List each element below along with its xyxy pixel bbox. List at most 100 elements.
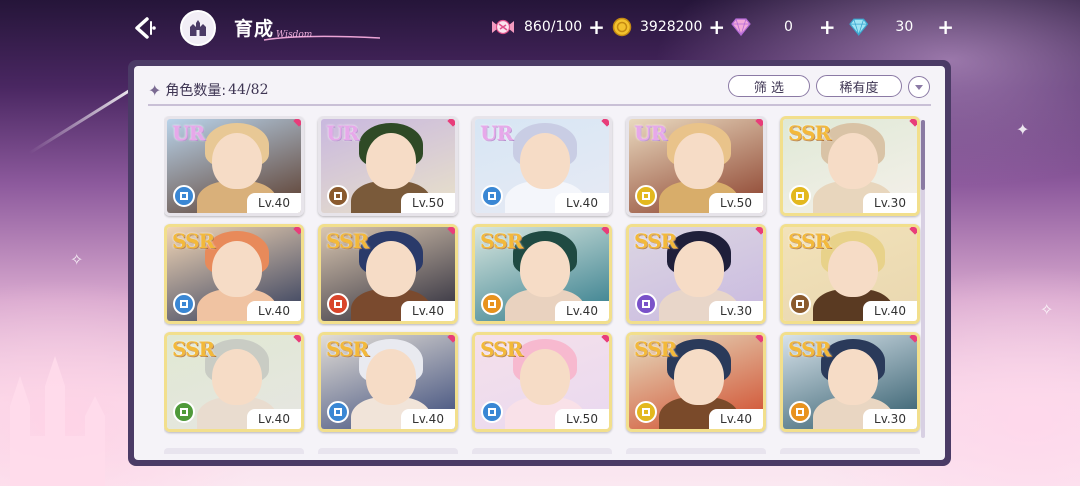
fist-icon [635,185,657,207]
portrait-face [520,349,570,405]
filter-button[interactable]: 筛 选 [728,75,810,97]
top-bar: 育成 Wisdom 860/100 + 3928200 + 0 + 30 + [0,0,1080,58]
rarity-badge: SSR [326,337,369,361]
card-peek [626,448,766,454]
sort-order-button[interactable] [908,76,930,98]
book-icon [327,293,349,315]
character-card[interactable]: SSR Lv.40 [318,224,458,324]
portrait-face [674,349,724,405]
level-label: Lv.40 [401,301,455,321]
portrait-face [828,241,878,297]
key-icon [789,185,811,207]
key-icon [481,401,503,423]
portrait-face [828,349,878,405]
rarity-badge: UR [634,121,667,145]
currency-blue-diamond: 30 + [848,14,954,40]
rarity-sort-button[interactable]: 稀有度 [816,75,902,97]
book-icon [481,185,503,207]
level-label: Lv.50 [401,193,455,213]
portrait-face [674,133,724,189]
card-peek [318,448,458,454]
card-peek [164,448,304,454]
character-card[interactable]: SSR Lv.40 [318,332,458,432]
rarity-badge: SSR [326,229,369,253]
book-icon [635,293,657,315]
character-card[interactable]: SSR Lv.40 [164,224,304,324]
character-card[interactable]: UR Lv.40 [164,116,304,216]
shield-icon [327,185,349,207]
portrait-face [212,133,262,189]
pink-diamond-value: 0 [784,19,793,35]
blue-diamond-value: 30 [895,19,914,35]
level-label: Lv.40 [709,409,763,429]
candy-icon [492,19,514,35]
character-panel-inner: ✦ 角色数量: 44/82 筛 选 稀有度 UR Lv.40 UR Lv.50 UR Lv… [134,66,945,460]
back-arrow-icon [135,17,156,39]
character-card[interactable]: UR Lv.50 [626,116,766,216]
candy-add-button[interactable]: + [588,15,605,39]
sparkle-icon: ✧ [70,250,84,269]
rarity-badge: UR [172,121,205,145]
castle-home-icon [190,20,206,36]
level-label: Lv.50 [709,193,763,213]
rarity-badge: SSR [634,229,677,253]
portrait-face [674,241,724,297]
portrait-face [212,241,262,297]
rarity-badge: SSR [172,337,215,361]
rarity-badge: SSR [788,229,831,253]
back-button[interactable] [126,10,162,46]
rarity-badge: SSR [634,337,677,361]
character-card[interactable]: SSR Lv.30 [626,224,766,324]
rarity-badge: SSR [172,229,215,253]
fist-icon [173,185,195,207]
portrait-face [520,133,570,189]
portrait-face [520,241,570,297]
character-card[interactable]: SSR Lv.30 [780,332,920,432]
level-label: Lv.30 [863,409,917,429]
character-card[interactable]: UR Lv.40 [472,116,612,216]
level-label: Lv.40 [247,409,301,429]
key-icon [173,401,195,423]
rarity-badge: UR [480,121,513,145]
level-label: Lv.40 [247,193,301,213]
card-peek [472,448,612,454]
gold-add-button[interactable]: + [708,15,725,39]
currency-pink-diamond: 0 + [730,14,836,40]
character-card[interactable]: SSR Lv.30 [780,116,920,216]
portrait-face [366,241,416,297]
character-card[interactable]: UR Lv.50 [318,116,458,216]
character-panel: ✦ 角色数量: 44/82 筛 选 稀有度 UR Lv.40 UR Lv.50 UR Lv… [128,60,951,466]
blue-diamond-add-button[interactable]: + [937,15,954,39]
character-count-label: 角色数量: [165,83,227,99]
sparkle-icon: ✧ [1040,300,1054,319]
rarity-badge: SSR [480,229,523,253]
rarity-badge: SSR [788,337,831,361]
character-card[interactable]: SSR Lv.40 [780,224,920,324]
panel-header: ✦ 角色数量: 44/82 [148,76,931,104]
background-streak [28,88,132,155]
rarity-badge: UR [326,121,359,145]
character-card[interactable]: SSR Lv.40 [164,332,304,432]
title-script: Wisdom [276,30,313,40]
grid-scrollbar[interactable] [921,120,925,438]
level-label: Lv.40 [555,193,609,213]
pink-diamond-add-button[interactable]: + [819,15,836,39]
portrait-face [366,133,416,189]
level-label: Lv.50 [555,409,609,429]
next-row-peek [164,448,924,454]
character-card[interactable]: SSR Lv.40 [626,332,766,432]
home-button[interactable] [180,10,216,46]
scrollbar-thumb[interactable] [921,120,925,190]
puzzle-icon [327,401,349,423]
pink-diamond-icon [731,18,751,37]
character-card[interactable]: SSR Lv.50 [472,332,612,432]
key-icon [481,293,503,315]
sparkle-icon: ✦ [148,80,162,100]
book-icon [789,401,811,423]
gold-value: 3928200 [640,19,703,35]
castle-silhouette [10,356,105,486]
character-grid: UR Lv.40 UR Lv.50 UR Lv.40 UR Lv.50 SSR Lv.30 SSR L… [164,116,924,450]
character-card[interactable]: SSR Lv.40 [472,224,612,324]
portrait-face [366,349,416,405]
level-label: Lv.40 [247,301,301,321]
